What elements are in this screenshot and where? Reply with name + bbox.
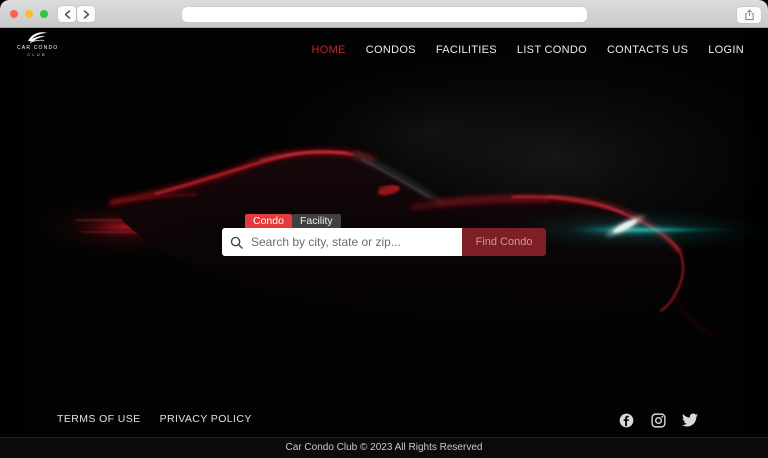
twitter-icon [682, 413, 698, 427]
chevron-right-icon [83, 10, 90, 19]
privacy-policy-link[interactable]: PRIVACY POLICY [160, 413, 252, 425]
nav-item-condos[interactable]: CONDOS [366, 44, 416, 56]
search-input[interactable] [249, 234, 454, 250]
instagram-link[interactable] [650, 412, 666, 428]
find-condo-button[interactable]: Find Condo [462, 228, 546, 256]
site-header: CAR CONDO CLUB HOME CONDOS FACILITIES LI… [0, 28, 768, 72]
browser-forward-button[interactable] [77, 6, 95, 22]
share-icon [744, 9, 755, 21]
address-bar[interactable] [182, 7, 587, 22]
zoom-window-button[interactable] [40, 10, 48, 18]
twitter-link[interactable] [682, 412, 698, 428]
nav-item-contacts-us[interactable]: CONTACTS US [607, 44, 688, 56]
main-nav: HOME CONDOS FACILITIES LIST CONDO CONTAC… [312, 28, 744, 72]
nav-item-home[interactable]: HOME [312, 44, 346, 56]
search-icon [230, 236, 243, 249]
condo-search-module: Condo Facility Find Condo [222, 214, 546, 256]
social-links [618, 412, 698, 428]
search-tabs: Condo Facility [245, 214, 546, 228]
facebook-link[interactable] [618, 412, 634, 428]
instagram-icon [651, 413, 666, 428]
facebook-icon [619, 413, 634, 428]
logo-subtext: CLUB [17, 52, 57, 57]
terms-of-use-link[interactable]: TERMS OF USE [57, 413, 141, 425]
nav-item-list-condo[interactable]: LIST CONDO [517, 44, 587, 56]
logo-text: CAR CONDO [17, 45, 57, 51]
browser-back-button[interactable] [58, 6, 76, 22]
tab-facility[interactable]: Facility [292, 214, 341, 228]
search-bar: Find Condo [222, 228, 546, 256]
car-logo-icon [24, 31, 50, 44]
browser-toolbar [0, 0, 768, 28]
nav-item-login[interactable]: LOGIN [708, 44, 744, 56]
tab-condo[interactable]: Condo [245, 214, 292, 228]
site-logo[interactable]: CAR CONDO CLUB [17, 31, 57, 57]
share-button[interactable] [737, 7, 761, 23]
browser-window: CAR CONDO CLUB HOME CONDOS FACILITIES LI… [0, 0, 768, 458]
footer-links: TERMS OF USE PRIVACY POLICY [57, 413, 252, 425]
minimize-window-button[interactable] [25, 10, 33, 18]
chevron-left-icon [64, 10, 71, 19]
close-window-button[interactable] [10, 10, 18, 18]
copyright-bar: Car Condo Club © 2023 All Rights Reserve… [0, 437, 768, 458]
nav-item-facilities[interactable]: FACILITIES [436, 44, 497, 56]
search-input-container [222, 228, 462, 256]
